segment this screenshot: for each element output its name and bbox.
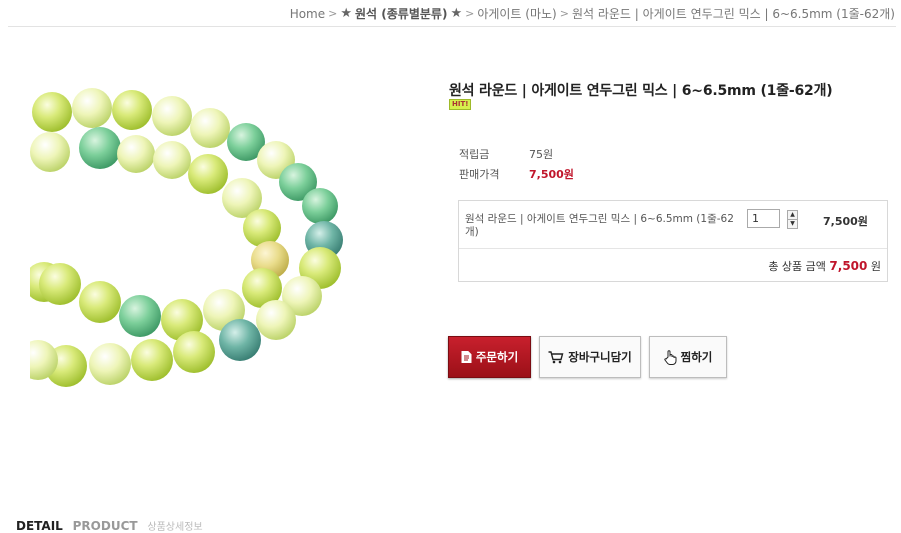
breadcrumb-subcategory[interactable]: 아게이트 (마노) (477, 5, 556, 22)
option-divider (459, 248, 887, 249)
order-button-label: 주문하기 (475, 350, 519, 364)
header-divider (8, 26, 896, 27)
selected-option-box: 원석 라운드 | 아게이트 연두그린 믹스 | 6~6.5mm (1줄-62개)… (458, 200, 888, 282)
price-value: 7,500원 (529, 168, 574, 181)
chevron-right-icon: > (465, 7, 475, 20)
breadcrumb-home[interactable]: Home (290, 7, 325, 21)
document-icon (461, 351, 472, 363)
product-title: 원석 라운드 | 아게이트 연두그린 믹스 | 6~6.5mm (1줄-62개) (449, 83, 833, 99)
cart-button-label: 장바구니담기 (568, 350, 632, 364)
breadcrumb-category[interactable]: 원석 (종류별분류) (355, 5, 447, 22)
product-image[interactable] (30, 70, 370, 410)
breadcrumb: Home > ★ 원석 (종류별분류) ★ > 아게이트 (마노) > 원석 라… (290, 5, 895, 22)
add-to-cart-button[interactable]: 장바구니담기 (539, 336, 641, 378)
quantity-input[interactable] (747, 209, 780, 228)
price-row: 판매가격 7,500원 (459, 166, 574, 182)
points-label: 적립금 (459, 148, 490, 161)
tab-subtitle: 상품상세정보 (147, 522, 203, 533)
total-value: 7,500 (829, 259, 868, 273)
detail-tabs: DETAIL PRODUCT 상품상세정보 (16, 518, 203, 533)
option-price: 7,500원 (823, 215, 868, 228)
total-price: 총 상품 금액 7,500 원 (768, 258, 881, 274)
hit-badge: HIT! (449, 99, 472, 110)
points-value: 75원 (529, 148, 554, 161)
points-row: 적립금 75원 (459, 146, 553, 162)
hand-pointer-icon (663, 349, 677, 365)
quantity-down-icon[interactable]: ▼ (787, 219, 798, 229)
tab-detail[interactable]: DETAIL (16, 519, 63, 533)
star-icon: ★ (450, 6, 463, 21)
star-icon: ★ (340, 6, 352, 21)
order-button[interactable]: 주문하기 (448, 336, 531, 378)
breadcrumb-current[interactable]: 원석 라운드 | 아게이트 연두그린 믹스 | 6~6.5mm (1줄-62개) (572, 5, 895, 22)
option-name: 원석 라운드 | 아게이트 연두그린 믹스 | 6~6.5mm (1줄-62개) (465, 213, 734, 238)
chevron-right-icon: > (328, 7, 338, 20)
total-unit: 원 (870, 260, 881, 273)
bead-strand-image (30, 88, 343, 387)
wish-button-label: 찜하기 (680, 350, 713, 364)
wishlist-button[interactable]: 찜하기 (649, 336, 727, 378)
total-label: 총 상품 금액 (768, 260, 826, 273)
price-label: 판매가격 (459, 168, 500, 181)
tab-product[interactable]: PRODUCT (73, 519, 138, 533)
chevron-right-icon: > (559, 7, 569, 20)
cart-icon (548, 350, 564, 363)
